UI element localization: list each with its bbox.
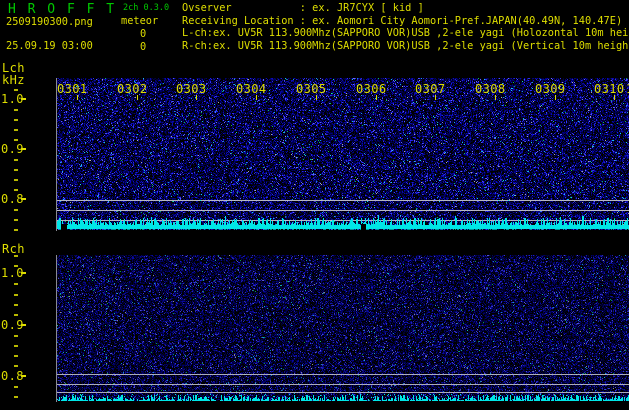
- lch-freq-minor-tick: [14, 139, 18, 141]
- timestamp: 25.09.19 03:00: [6, 40, 93, 52]
- rch-freq-minor-tick: [14, 255, 18, 257]
- rch-freq-minor-tick: [14, 396, 18, 398]
- rch-freq-major-tick: [21, 272, 26, 274]
- lch-freq-major-tick: [21, 98, 26, 100]
- rch-freq-minor-tick: [14, 335, 18, 337]
- lch-freq-minor-tick: [14, 219, 18, 221]
- rch-freq-minor-tick: [14, 345, 18, 347]
- observer-info-block: Ovserver : ex. JR7CYX [ kid ] Receiving …: [182, 2, 629, 52]
- time-label: 0307: [415, 82, 446, 96]
- lch-freq-minor-tick: [14, 209, 18, 211]
- lch-freq-minor-tick: [14, 229, 18, 231]
- time-label: 0309: [535, 82, 566, 96]
- time-label: 0310: [594, 82, 625, 96]
- app-title: H R O F F T: [8, 2, 117, 17]
- lch-freq-minor-tick: [14, 119, 18, 121]
- rch-axis-line: [56, 255, 57, 402]
- time-label: 0305: [296, 82, 327, 96]
- observer-line: Ovserver : ex. JR7CYX [ kid ]: [182, 2, 424, 14]
- time-label: 0306: [356, 82, 387, 96]
- hrofft-screen: { "app": { "title": "H R O F F T", "vers…: [0, 0, 629, 410]
- rch-spectrogram: [57, 255, 629, 402]
- lch-freq-minor-tick: [14, 159, 18, 161]
- lch-freq-major-tick: [21, 198, 26, 200]
- output-filename: 2509190300.png: [6, 16, 93, 28]
- lch-freq-minor-tick: [14, 189, 18, 191]
- time-label: 0301: [57, 82, 88, 96]
- rch-freq-minor-tick: [14, 283, 18, 285]
- rch-freq-minor-tick: [14, 265, 18, 267]
- counter-value-1: 0: [140, 28, 147, 40]
- lch-axis-line: [56, 78, 57, 231]
- rch-freq-minor-tick: [14, 314, 18, 316]
- lch-freq-major-tick: [21, 148, 26, 150]
- mode-label: meteor: [121, 15, 159, 27]
- time-label: 0303: [176, 82, 207, 96]
- rch-freq-minor-tick: [14, 365, 18, 367]
- rch-channel-label: Rch: [2, 242, 25, 256]
- time-label: 0308: [475, 82, 506, 96]
- counter-value-2: 0: [140, 41, 147, 53]
- rch-freq-major-tick: [21, 375, 26, 377]
- rch-freq-major-tick: [21, 324, 26, 326]
- lch-unit-label: kHz: [2, 73, 25, 87]
- lch-freq-minor-tick: [14, 129, 18, 131]
- receiving-location-line: Receiving Location : ex. Aomori City Aom…: [182, 14, 623, 27]
- lch-freq-minor-tick: [14, 169, 18, 171]
- rch-freq-minor-tick: [14, 355, 18, 357]
- lch-freq-minor-tick: [14, 179, 18, 181]
- lch-freq-minor-tick: [14, 109, 18, 111]
- lch-spectrogram: [57, 78, 629, 231]
- rch-freq-minor-tick: [14, 386, 18, 388]
- rch-freq-minor-tick: [14, 304, 18, 306]
- time-label: 0302: [117, 82, 148, 96]
- rch-freq-minor-tick: [14, 294, 18, 296]
- rch-receiver-line: R-ch:ex. UV5R 113.900Mhz(SAPPORO VOR)USB…: [182, 39, 629, 52]
- app-version: 2ch 0.3.0: [123, 3, 170, 13]
- time-label: 0304: [236, 82, 267, 96]
- lch-freq-minor-tick: [14, 89, 18, 91]
- lch-receiver-line: L-ch:ex. UV5R 113.900Mhz(SAPPORO VOR)USB…: [182, 27, 629, 40]
